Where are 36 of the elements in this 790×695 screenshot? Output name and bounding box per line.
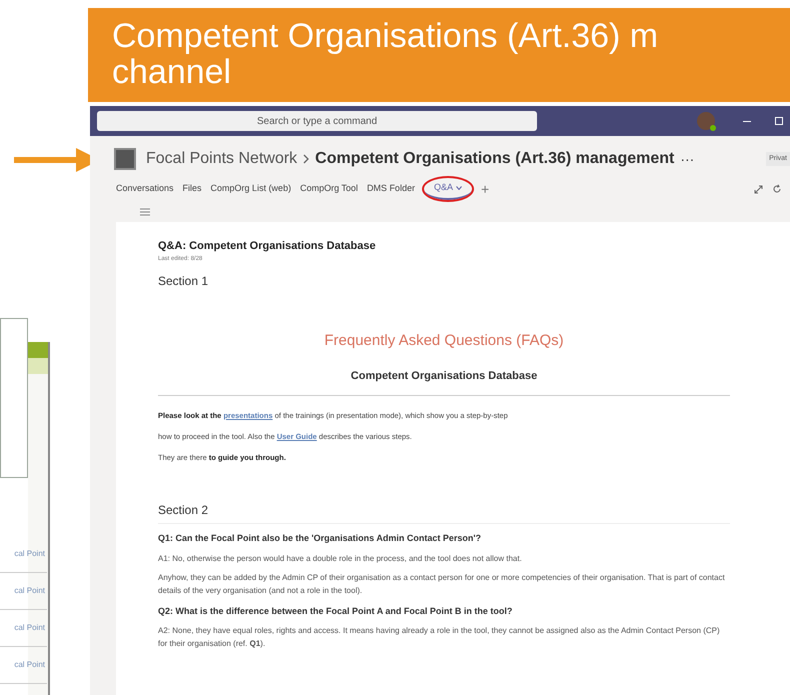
tab[interactable]: CompOrg Tool [300, 178, 358, 200]
subheading: Competent Organisations Database [158, 368, 730, 396]
question: Q2: What is the difference between the Focal Point A and Focal Point B in the tool? [158, 604, 514, 618]
answer: Anyhow, they can be added by the Admin CP of their organisation as a contact person for one or more competencies of their organisation. That is part of contact details of the very organisation (and not a role in the tool). [158, 572, 726, 597]
expand-icon[interactable] [754, 184, 763, 194]
avatar[interactable] [697, 112, 715, 130]
answer: A1: No, otherwise the person would have a double role in the process, and the tool does not allow that. [158, 552, 523, 565]
search-field[interactable]: Search or type a command [97, 111, 537, 131]
menu-icon[interactable] [140, 208, 150, 216]
tab[interactable]: Q&A [424, 178, 472, 200]
caret-icon [456, 186, 462, 190]
answer: A2: None, they have equal roles, rights and access. It means having already a role in the tool, they cannot be assigned also as the Admin Contact Person (CP) for their organisation (ref. Q1). [158, 625, 721, 650]
page-title: Q&A: Competent Organisations Database [158, 239, 377, 254]
team-icon [114, 148, 136, 170]
tab[interactable]: Conversations [116, 178, 174, 200]
section-heading: Section 2 [158, 501, 730, 524]
row-text: cal Point [0, 585, 47, 610]
row-text: cal Point [0, 659, 47, 684]
chevron-icon [303, 154, 310, 164]
slide-title: channel [112, 54, 232, 90]
more-button[interactable]: ··· [680, 148, 694, 170]
refresh-icon[interactable] [772, 184, 782, 194]
row-text: cal Point [0, 548, 47, 573]
question: Q1: Can the Focal Point also be the 'Organisations Admin Contact Person'? [158, 532, 482, 546]
tab[interactable]: DMS Folder [366, 178, 415, 200]
tab[interactable]: Files [182, 178, 202, 200]
add-tab-button[interactable]: + [480, 178, 490, 200]
tab[interactable]: CompOrg List (web) [210, 178, 292, 200]
maximize-icon[interactable] [775, 117, 783, 125]
faq-heading: Frequently Asked Questions (FAQs) [323, 330, 565, 350]
row-text: cal Point [0, 622, 47, 647]
minimize-icon[interactable] [743, 120, 751, 122]
team-name[interactable]: Focal Points Network [146, 147, 298, 171]
slide-title: Competent Organisations (Art.36) m [112, 18, 660, 54]
channel-name: Competent Organisations (Art.36) management [315, 149, 674, 169]
section-heading: Section 1 [158, 272, 210, 290]
